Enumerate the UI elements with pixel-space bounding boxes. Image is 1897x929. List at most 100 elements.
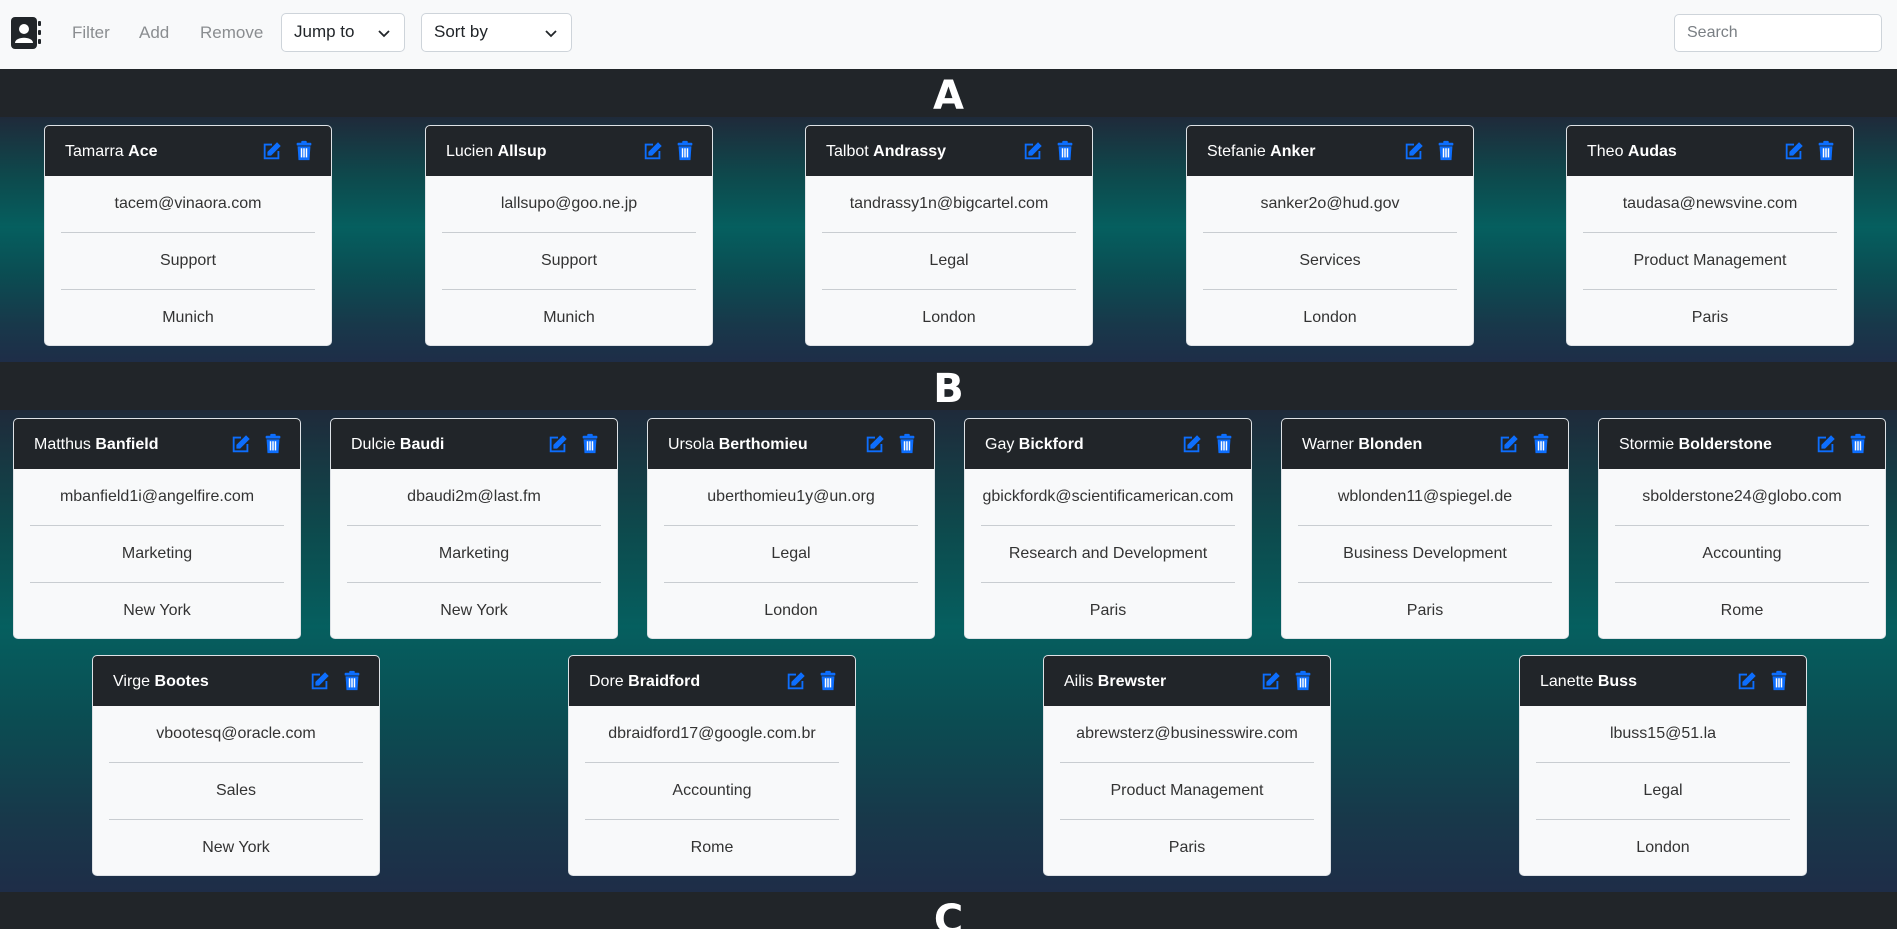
contact-department: Marketing bbox=[30, 526, 284, 583]
contact-city: Munich bbox=[543, 309, 595, 326]
edit-icon[interactable] bbox=[1783, 140, 1805, 162]
contact-city: Paris bbox=[1168, 839, 1206, 856]
contact-email: sbolderstone24@globo.com bbox=[1615, 469, 1869, 526]
contact-email: lallsupo@goo.ne.jp bbox=[442, 176, 696, 233]
contact-card-header: Lanette Buss bbox=[1520, 656, 1806, 706]
filter-link[interactable]: Filter bbox=[72, 23, 110, 43]
contact-last-name: Baudi bbox=[399, 436, 445, 453]
jump-to-select[interactable]: Jump to bbox=[281, 13, 405, 52]
trash-icon[interactable] bbox=[1292, 670, 1314, 692]
contact-card: Tamarra Ace tacem@vinaora.com Support Munic… bbox=[44, 125, 332, 346]
contact-card: Warner Blonden wblonden11@spiegel.de Busin… bbox=[1281, 418, 1569, 639]
edit-icon[interactable] bbox=[1498, 433, 1520, 455]
edit-icon[interactable] bbox=[1403, 140, 1425, 162]
contact-last-name: Andrassy bbox=[873, 143, 947, 160]
trash-icon[interactable] bbox=[1213, 433, 1235, 455]
sort-by-select[interactable]: Sort by bbox=[421, 13, 572, 52]
contact-department: Marketing bbox=[347, 526, 601, 583]
contact-city: New York bbox=[202, 839, 270, 856]
trash-icon[interactable] bbox=[579, 433, 601, 455]
edit-icon[interactable] bbox=[864, 433, 886, 455]
contact-last-name: Bickford bbox=[1018, 436, 1084, 453]
contact-department: Legal bbox=[822, 233, 1076, 290]
contact-first-name: Ailis bbox=[1064, 673, 1094, 690]
trash-icon[interactable] bbox=[1435, 140, 1457, 162]
contact-email: mbanfield1i@angelfire.com bbox=[30, 469, 284, 526]
contact-email: lbuss15@51.la bbox=[1536, 706, 1790, 763]
contact-card-header: Ailis Brewster bbox=[1044, 656, 1330, 706]
edit-icon[interactable] bbox=[1815, 433, 1837, 455]
contact-city: Rome bbox=[1720, 602, 1764, 619]
contact-last-name: Braidford bbox=[628, 673, 701, 690]
contact-city: New York bbox=[440, 602, 508, 619]
contact-department: Legal bbox=[1536, 763, 1790, 820]
add-link[interactable]: Add bbox=[139, 23, 169, 43]
section-header-b: B bbox=[0, 362, 1897, 412]
contact-email: vbootesq@oracle.com bbox=[109, 706, 363, 763]
contact-card-header: Lucien Allsup bbox=[426, 126, 712, 176]
contact-first-name: Matthus bbox=[34, 436, 91, 453]
contact-last-name: Bolderstone bbox=[1678, 436, 1772, 453]
contact-first-name: Lucien bbox=[446, 143, 494, 160]
edit-icon[interactable] bbox=[785, 670, 807, 692]
trash-icon[interactable] bbox=[1530, 433, 1552, 455]
contact-card: Gay Bickford gbickfordk@scientificamerica… bbox=[964, 418, 1252, 639]
edit-icon[interactable] bbox=[309, 670, 331, 692]
trash-icon[interactable] bbox=[1054, 140, 1076, 162]
contact-city: Paris bbox=[1406, 602, 1444, 619]
trash-icon[interactable] bbox=[674, 140, 696, 162]
contact-card: Ursola Berthomieu uberthomieu1y@un.org Leg… bbox=[647, 418, 935, 639]
contact-city: Rome bbox=[690, 839, 734, 856]
trash-icon[interactable] bbox=[896, 433, 918, 455]
contact-card: Dulcie Baudi dbaudi2m@last.fm Marketing New… bbox=[330, 418, 618, 639]
contact-card-header: Ursola Berthomieu bbox=[648, 419, 934, 469]
contact-department: Product Management bbox=[1060, 763, 1314, 820]
edit-icon[interactable] bbox=[547, 433, 569, 455]
contact-first-name: Ursola bbox=[668, 436, 715, 453]
contact-city: London bbox=[922, 309, 976, 326]
contact-book-icon[interactable] bbox=[10, 15, 42, 51]
contact-last-name: Ace bbox=[128, 143, 158, 160]
trash-icon[interactable] bbox=[1815, 140, 1837, 162]
contact-city: London bbox=[764, 602, 818, 619]
trash-icon[interactable] bbox=[817, 670, 839, 692]
trash-icon[interactable] bbox=[1847, 433, 1869, 455]
remove-link[interactable]: Remove bbox=[200, 23, 263, 43]
edit-icon[interactable] bbox=[1022, 140, 1044, 162]
contact-email: dbraidford17@google.com.br bbox=[585, 706, 839, 763]
edit-icon[interactable] bbox=[1736, 670, 1758, 692]
contact-last-name: Audas bbox=[1627, 143, 1677, 160]
edit-icon[interactable] bbox=[1260, 670, 1282, 692]
trash-icon[interactable] bbox=[341, 670, 363, 692]
edit-icon[interactable] bbox=[230, 433, 252, 455]
contact-email: taudasa@newsvine.com bbox=[1583, 176, 1837, 233]
contact-last-name: Bootes bbox=[154, 673, 209, 690]
sort-by-select-label: Sort by bbox=[434, 22, 488, 41]
contact-first-name: Warner bbox=[1302, 436, 1354, 453]
contact-card-header: Warner Blonden bbox=[1282, 419, 1568, 469]
contact-email: uberthomieu1y@un.org bbox=[664, 469, 918, 526]
trash-icon[interactable] bbox=[262, 433, 284, 455]
trash-icon[interactable] bbox=[1768, 670, 1790, 692]
contact-first-name: Virge bbox=[113, 673, 151, 690]
contact-first-name: Gay bbox=[985, 436, 1015, 453]
search-input[interactable] bbox=[1674, 14, 1882, 52]
contact-city: New York bbox=[123, 602, 191, 619]
edit-icon[interactable] bbox=[642, 140, 664, 162]
contact-card-header: Stormie Bolderstone bbox=[1599, 419, 1885, 469]
contact-city: London bbox=[1636, 839, 1690, 856]
contact-card: Stormie Bolderstone sbolderstone24@globo.… bbox=[1598, 418, 1886, 639]
contact-email: wblonden11@spiegel.de bbox=[1298, 469, 1552, 526]
contact-first-name: Stefanie bbox=[1207, 143, 1266, 160]
edit-icon[interactable] bbox=[261, 140, 283, 162]
edit-icon[interactable] bbox=[1181, 433, 1203, 455]
top-navbar: Filter Add Remove Jump to Sort by bbox=[0, 0, 1897, 69]
trash-icon[interactable] bbox=[293, 140, 315, 162]
contact-city: Paris bbox=[1691, 309, 1729, 326]
contact-card-header: Matthus Banfield bbox=[14, 419, 300, 469]
section-b: Matthus Banfield mbanfield1i@angelfire.co… bbox=[0, 410, 1897, 892]
section-a: Tamarra Ace tacem@vinaora.com Support Munic… bbox=[0, 117, 1897, 362]
contact-card: Dore Braidford dbraidford17@google.com.br… bbox=[568, 655, 856, 876]
contact-department: Research and Development bbox=[981, 526, 1235, 583]
contact-last-name: Berthomieu bbox=[718, 436, 808, 453]
